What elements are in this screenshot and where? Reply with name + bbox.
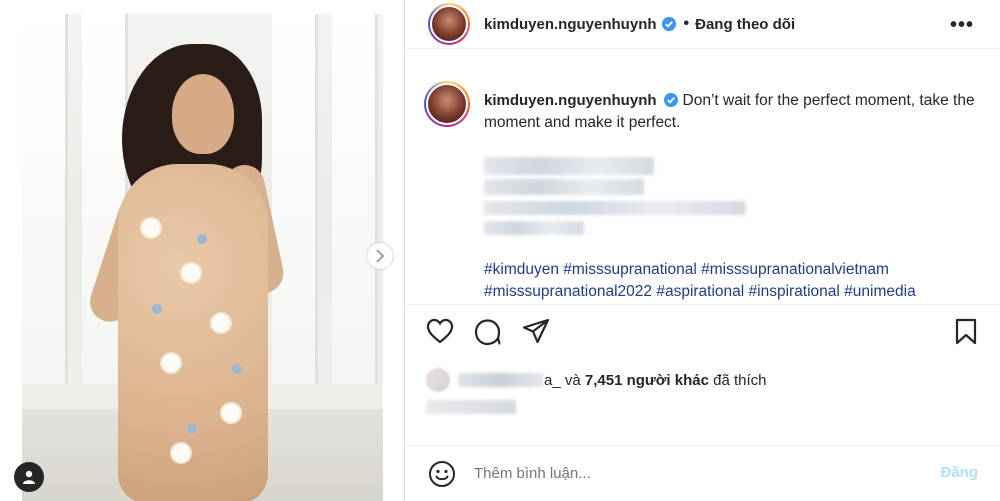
likes-joiner: và: [564, 371, 581, 389]
redacted-text: [484, 179, 644, 195]
post-sidebar: kimduyen.nguyenhuynh • Đang theo dõi •••…: [406, 0, 1000, 501]
hashtags[interactable]: #kimduyen #misssupranational #misssupran…: [484, 259, 984, 303]
caption: kimduyen.nguyenhuynh Don’t wait for the p…: [484, 90, 984, 134]
bookmark-icon[interactable]: [954, 318, 978, 346]
more-options-button[interactable]: •••: [950, 14, 974, 37]
redacted-text: [484, 201, 746, 215]
redacted-text: [484, 221, 584, 235]
header-separator: •: [683, 15, 690, 32]
flower-decoration: [187, 424, 197, 434]
likes-end: đã thích: [713, 371, 767, 389]
caption-username[interactable]: kimduyen.nguyenhuynh: [484, 92, 657, 109]
window-pane: [22, 14, 68, 384]
flower-decoration: [172, 444, 190, 462]
likes-summary[interactable]: a_ và 7,451 người khác đã thích: [426, 368, 767, 392]
post-photo[interactable]: [22, 14, 383, 501]
liker-name-suffix: a_: [544, 371, 561, 389]
flower-decoration: [152, 304, 162, 314]
caption-author-avatar[interactable]: [424, 81, 470, 127]
comment-input[interactable]: [474, 465, 894, 482]
flower-decoration: [222, 404, 240, 422]
flower-decoration: [197, 234, 207, 244]
heart-icon[interactable]: [426, 318, 454, 344]
window-pane: [272, 14, 318, 384]
instagram-post-modal: kimduyen.nguyenhuynh • Đang theo dõi •••…: [0, 0, 1000, 501]
tagged-users-button[interactable]: [14, 462, 44, 492]
post-header: kimduyen.nguyenhuynh • Đang theo dõi •••: [406, 0, 1000, 49]
redacted-text: [484, 157, 654, 175]
verified-badge-icon: [663, 93, 678, 107]
comment-icon[interactable]: [474, 318, 502, 346]
more-icon: •••: [949, 14, 974, 36]
author-username[interactable]: kimduyen.nguyenhuynh: [484, 16, 657, 33]
redacted-timestamp: [426, 400, 516, 414]
flower-decoration: [142, 219, 160, 237]
flower-decoration: [162, 354, 180, 372]
author-avatar[interactable]: [428, 3, 470, 45]
likes-count[interactable]: 7,451 người khác: [585, 372, 709, 389]
hashtags-line[interactable]: #misssupranational2022 #aspirational #in…: [484, 281, 984, 303]
user-tag-icon: [23, 470, 35, 484]
window-pane: [332, 14, 378, 384]
caption-area: kimduyen.nguyenhuynh Don’t wait for the p…: [406, 49, 1000, 305]
redacted-username: [458, 373, 543, 387]
liker-avatar: [426, 368, 450, 392]
emoji-icon[interactable]: [428, 460, 456, 488]
follow-status-button[interactable]: Đang theo dõi: [695, 16, 795, 33]
share-icon[interactable]: [522, 318, 550, 344]
hashtags-line[interactable]: #kimduyen #misssupranational #misssupran…: [484, 259, 984, 281]
flower-decoration: [232, 364, 242, 374]
flower-decoration: [182, 264, 200, 282]
floral-dress: [118, 164, 268, 501]
action-bar: [406, 306, 1000, 352]
comment-bar: Đăng: [406, 445, 1000, 501]
post-comment-button[interactable]: Đăng: [941, 464, 979, 481]
face: [172, 74, 234, 154]
flower-decoration: [212, 314, 230, 332]
chevron-right-icon: [376, 249, 385, 263]
verified-badge-icon: [661, 17, 676, 31]
media-pane: [0, 0, 405, 501]
next-photo-button[interactable]: [366, 242, 394, 270]
